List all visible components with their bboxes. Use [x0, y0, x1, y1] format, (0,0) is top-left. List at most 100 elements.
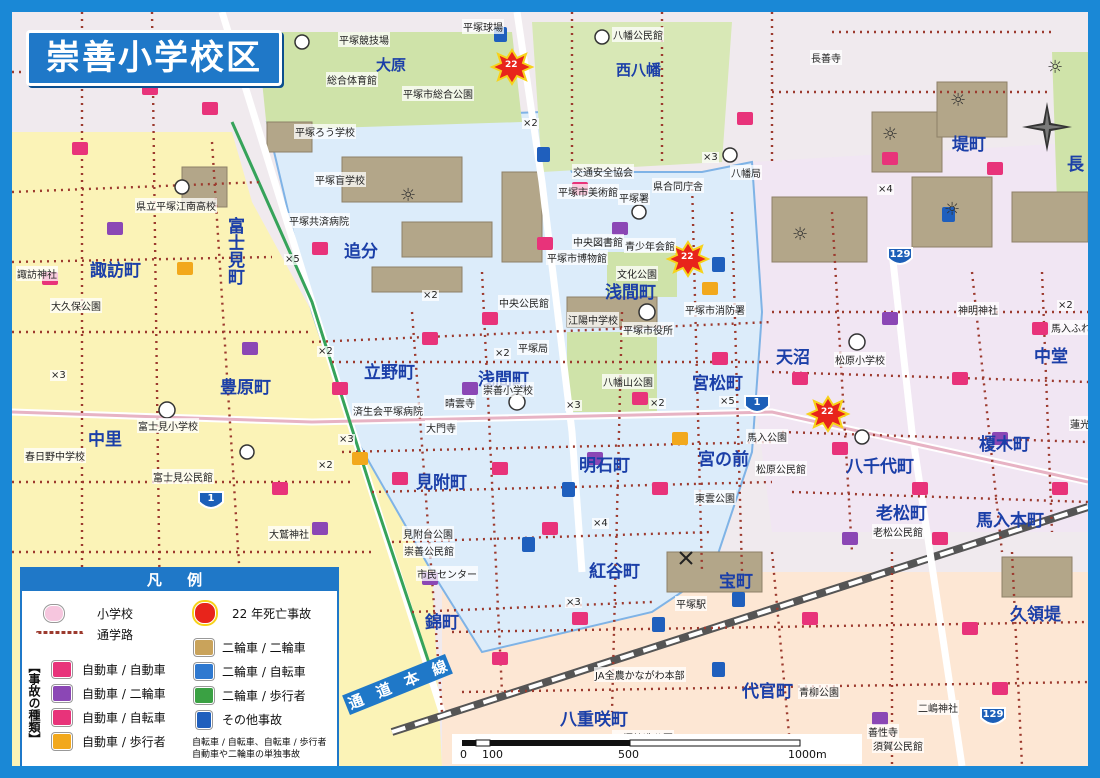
accident-count-label: ×2 [522, 118, 539, 129]
district-label: 老松町 [876, 504, 927, 524]
place-label: 馬入ふれ [1050, 320, 1088, 335]
place-label: 二嶋神社 [917, 700, 959, 715]
route-number: 129 [982, 709, 1004, 720]
legend-label-moto-bike: 二輪車 / 自転車 [222, 665, 306, 679]
place-label: 東雲公園 [694, 490, 736, 505]
place-label: 春日野中学校 [24, 448, 86, 463]
legend-label-car-bike: 自動車 / 自転車 [82, 711, 166, 725]
map-title: 崇善小学校区 [46, 38, 262, 78]
district-label: 天沼 [776, 348, 810, 368]
place-label: 老松公民館 [872, 524, 924, 539]
legend-label-car-moto: 自動車 / 二輪車 [82, 687, 166, 701]
school-district-map[interactable]: 129 1 1 129 22 22 22 ☼ ☼ ☼ ☼ ☼ ☼ 大原 西八幡 … [12, 12, 1088, 766]
accident-count-label: ×3 [50, 370, 67, 381]
legend-label-moto-ped: 二輪車 / 歩行者 [222, 689, 306, 703]
school-icon [44, 605, 64, 622]
accident-count-label: ×2 [317, 460, 334, 471]
fatal-accident-label: 22 [681, 252, 694, 262]
district-label: 中里 [88, 430, 122, 450]
place-label: 青少年会館 [624, 238, 676, 253]
place-label: 平塚球場 [462, 19, 504, 34]
district-label: 八重咲町 [560, 710, 628, 730]
place-label: 平塚市消防署 [684, 302, 746, 317]
place-label: 松原公民館 [755, 461, 807, 476]
place-label: 平塚局 [517, 340, 549, 355]
place-label: 神明神社 [957, 302, 999, 317]
place-label: 富士見公民館 [152, 469, 214, 484]
car-pedestrian-icon [52, 733, 72, 750]
district-label: 久領堤 [1010, 605, 1061, 625]
route-shield-1-center: 1 [744, 394, 770, 416]
legend-label-school: 小学校 [97, 607, 134, 621]
place-label: 崇善小学校 [482, 382, 534, 397]
district-label: 見附町 [416, 473, 467, 493]
legend-label-moto-moto: 二輪車 / 二輪車 [222, 641, 306, 655]
scale-label-500: 500 [618, 748, 639, 761]
district-label: 富士見町 [224, 217, 244, 285]
car-bicycle-icon [52, 709, 72, 726]
legend-heading: 凡 例 [22, 569, 337, 591]
place-label: 平塚ろう学校 [294, 124, 356, 139]
place-label: 平塚市総合公園 [402, 86, 474, 101]
place-label: 平塚市美術館 [557, 184, 619, 199]
place-label: 平塚市役所 [622, 322, 674, 337]
district-label: 立野町 [364, 363, 415, 383]
place-label: 平塚共済病院 [288, 213, 350, 228]
district-label: 長 [1067, 155, 1084, 175]
park-hachiman [532, 22, 732, 172]
district-label: 浅間町 [605, 283, 656, 303]
legend-label-car-ped: 自動車 / 歩行者 [82, 735, 166, 749]
sun-icon: ☼ [1047, 57, 1064, 78]
district-label: 中堂 [1034, 347, 1068, 367]
place-label: 諏訪神社 [16, 266, 58, 281]
route-number: 129 [889, 249, 911, 260]
sun-icon: ☼ [792, 224, 809, 245]
legend-vertical-label: 【事故の種類】 [27, 661, 41, 745]
place-label: 済生会平塚病院 [352, 403, 424, 418]
map-title-panel: 崇善小学校区 [26, 30, 282, 86]
route-number: 1 [207, 493, 215, 504]
district-label: 榎木町 [979, 435, 1030, 455]
accident-count-label: ×2 [1057, 300, 1074, 311]
route-shield-129-south: 129 [980, 706, 1006, 728]
place-label: 大鷲神社 [268, 526, 310, 541]
district-label: 大原 [376, 56, 407, 74]
legend-label-car-car: 自動車 / 自動車 [82, 663, 166, 677]
route-number: 1 [753, 397, 761, 408]
fatal-accident-label: 22 [821, 407, 834, 417]
place-label: 平塚駅 [675, 596, 707, 611]
route-shield-129-north: 129 [887, 246, 913, 268]
place-label: 善性寺 [867, 724, 899, 739]
place-label: 県立平塚江南高校 [135, 198, 217, 213]
car-car-icon [52, 661, 72, 678]
district-label: 錦町 [425, 613, 459, 633]
district-label: 堤町 [952, 135, 986, 155]
sun-icon: ☼ [882, 124, 899, 145]
place-label: 平塚署 [618, 190, 650, 205]
scale-label-1000m: 1000m [788, 748, 827, 761]
accident-count-label: ×4 [877, 184, 894, 195]
accident-count-label: ×2 [422, 290, 439, 301]
accident-count-label: ×5 [284, 254, 301, 265]
district-label: 宮松町 [692, 374, 743, 394]
place-label: 八幡公民館 [612, 27, 664, 42]
legend-label-route: 通学路 [97, 628, 134, 642]
accident-count-label: ×3 [565, 597, 582, 608]
motorcycle-motorcycle-icon [194, 639, 214, 656]
accident-count-label: ×2 [649, 398, 666, 409]
sun-icon: ☼ [400, 185, 417, 206]
district-label: 宮の前 [698, 450, 749, 470]
place-label: 長善寺 [810, 50, 842, 65]
place-label: 文化公園 [616, 266, 658, 281]
legend-label-fatal: 22 年死亡事故 [232, 607, 312, 621]
place-label: 崇善公民館 [403, 543, 455, 558]
district-label: 追分 [344, 242, 378, 262]
scale-bar: 0 100 500 1000m [452, 734, 862, 764]
place-label: JA全農かながわ本部 [594, 667, 686, 682]
scale-label-100: 100 [482, 748, 503, 761]
district-label: 諏訪町 [90, 261, 141, 281]
school-route-line [36, 631, 84, 634]
district-label: 明石町 [579, 456, 630, 476]
place-label: 平塚競技場 [338, 32, 390, 47]
accident-count-label: ×3 [338, 434, 355, 445]
